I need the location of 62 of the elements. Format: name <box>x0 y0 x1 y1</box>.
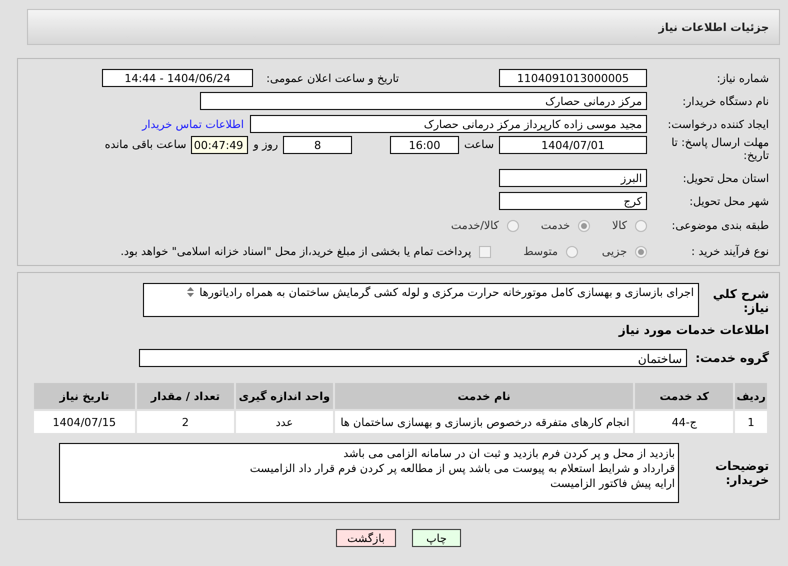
contact-link[interactable]: اطلاعات تماس خریدار <box>142 118 244 130</box>
column-header: تعداد / مقدار <box>136 382 236 410</box>
field-label: استان محل تحویل: <box>682 172 770 184</box>
field-label: تاریخ و ساعت اعلان عمومی: <box>265 72 399 84</box>
announce-date-field: 1404/06/24 - 14:44 <box>102 69 253 87</box>
table-cell: 2 <box>136 410 236 434</box>
table-cell: انجام کارهای متفرقه درخصوص بازسازی و بهسازی ساختمان ها <box>334 410 634 434</box>
buyer-org-field: مرکز درمانی حصارک <box>200 92 647 110</box>
table-cell: عدد <box>235 410 334 434</box>
table-cell: 1404/07/15 <box>33 410 136 434</box>
field-label: ساعت <box>463 137 495 153</box>
buyer-notes-field[interactable]: بازدید از محل و پر کردن فرم بازدید و ثبت ان در سامانه الزامی می باشد قرارداد و شرایط استعلام به پیوست می باشد پس از مطالعه پر کردن فرم قرار داد الزامیست ارایه پیش فاکتور الزامیست <box>59 443 679 503</box>
field-label: شماره نیاز: <box>716 72 770 84</box>
print-button[interactable]: چاپ <box>412 529 461 547</box>
column-header: تاریخ نیاز <box>33 382 136 410</box>
field-label: مهلت ارسال پاسخ: تا تاریخ: <box>670 136 770 162</box>
option-label: کالا <box>612 219 627 232</box>
radio-button[interactable] <box>506 220 519 232</box>
deadline-time-field: 16:00 <box>390 136 460 154</box>
field-label: نام دستگاه خریدار: <box>681 94 770 108</box>
description-field[interactable]: اجرای بازسازی و بهسازی کامل موتورخانه حرارت مرکزی و لوله کشی گرمایش ساختمان به همراه رادیاتورها <box>143 283 699 317</box>
field-label: توضیحات خریدار: <box>714 459 770 487</box>
field-label: گروه خدمت: <box>694 351 770 365</box>
need-number-field: 1104091013000005 <box>499 69 647 87</box>
scroll-arrows-icon[interactable] <box>186 286 196 298</box>
days-field: 8 <box>283 136 352 154</box>
option-label: خدمت <box>540 219 570 232</box>
field-label: ایجاد کننده درخواست: <box>666 118 770 130</box>
checkbox[interactable] <box>479 246 492 258</box>
column-header: واحد اندازه گیری <box>235 382 334 410</box>
option-label: کالا/خدمت <box>451 219 499 232</box>
radio-button[interactable] <box>635 246 647 258</box>
back-button[interactable]: بازگشت <box>336 529 396 547</box>
column-header: کد خدمت <box>634 382 734 410</box>
remaining-time-field: 00:47:49 <box>191 136 248 154</box>
table-cell: ج-44 <box>634 410 734 434</box>
notes-line: ارایه پیش فاکتور الزامیست <box>549 476 675 491</box>
field-label: ساعت باقی مانده <box>104 137 188 153</box>
field-label: نوع فرآیند خرید : <box>690 245 770 258</box>
radio-button[interactable] <box>566 246 578 258</box>
option-label: جزیی <box>602 245 627 258</box>
field-label: شهر محل تحویل: <box>688 194 770 208</box>
requester-field: مجید موسی زاده کارپرداز مرکز درمانی حصارک <box>250 115 647 133</box>
section-heading: اطلاعات خدمات مورد نياز <box>618 323 770 337</box>
page-title: جزئیات اطلاعات نیاز <box>658 20 769 34</box>
field-label: روز و <box>252 137 280 153</box>
table-cell: 1 <box>734 410 768 434</box>
deadline-date-field: 1404/07/01 <box>499 136 647 154</box>
notes-line: قرارداد و شرایط استعلام به پیوست می باشد پس از مطالعه پر کردن فرم قرار داد الزامیست <box>248 461 675 476</box>
checkbox-label: پرداخت تمام یا بخشی از مبلغ خرید،از محل "اسناد خزانه اسلامی" خواهد بود. <box>120 245 472 258</box>
radio-button[interactable] <box>578 220 590 232</box>
description-text: اجرای بازسازی و بهسازی کامل موتورخانه حرارت مرکزی و لوله کشی گرمایش ساختمان به همراه رادیاتورها <box>199 286 694 301</box>
field-label: طبقه بندی موضوعی: <box>670 219 770 232</box>
notes-line: بازدید از محل و پر کردن فرم بازدید و ثبت ان در سامانه الزامی می باشد <box>342 446 675 461</box>
city-field: کرج <box>499 192 647 210</box>
field-label: شرح کلي نياز: <box>712 286 770 315</box>
column-header: ردیف <box>734 382 768 410</box>
province-field: البرز <box>499 169 647 187</box>
radio-button[interactable] <box>635 220 647 232</box>
option-label: متوسط <box>523 245 558 258</box>
column-header: نام خدمت <box>334 382 634 410</box>
service-group-field: ساختمان <box>139 349 687 367</box>
